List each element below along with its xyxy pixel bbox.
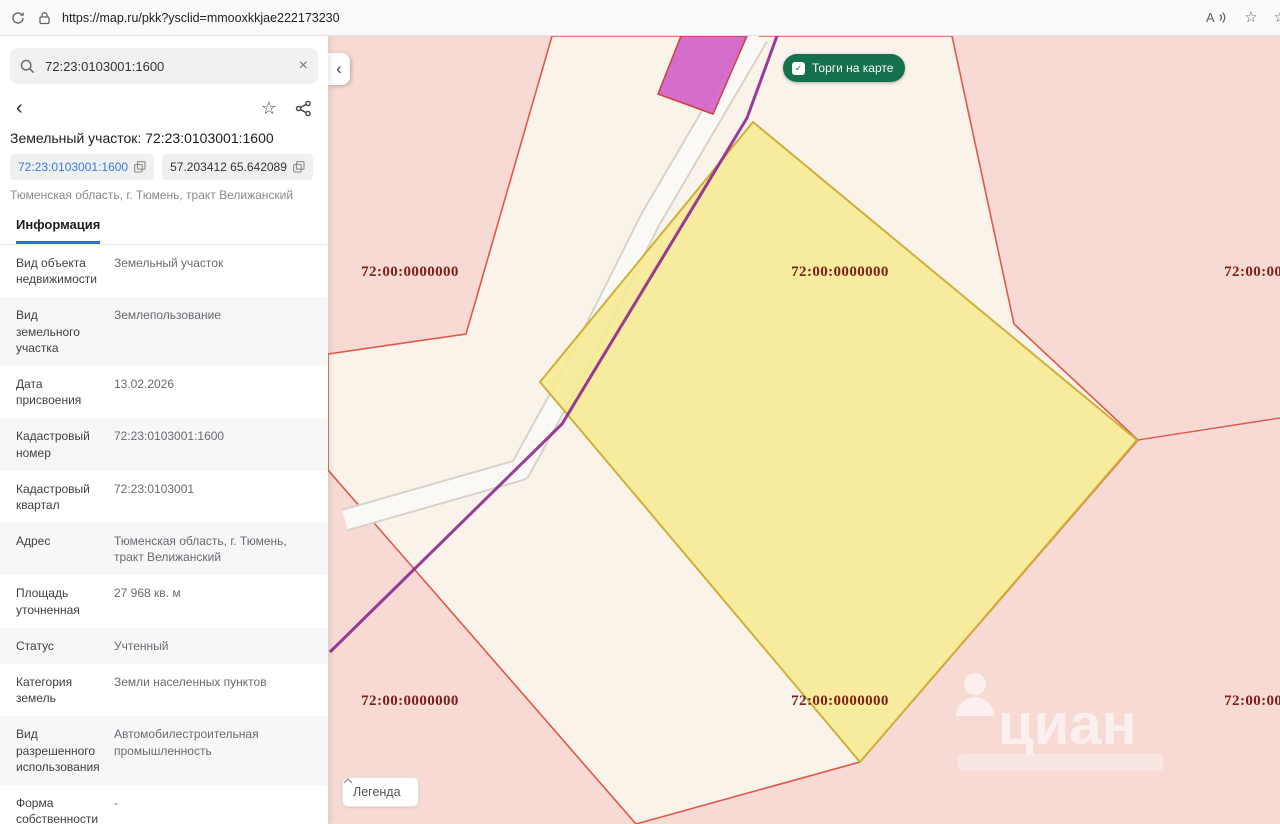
watermark-text: циан <box>998 692 1137 757</box>
row-label: Площадь уточненная <box>16 586 80 617</box>
row-value: Учтенный <box>114 638 169 653</box>
page-title: Земельный участок: 72:23:0103001:1600 <box>10 130 274 146</box>
share-icon[interactable] <box>295 100 312 117</box>
table-row: Кадастровый квартал 72:23:0103001 <box>0 471 328 523</box>
row-label: Кадастровый номер <box>16 429 90 460</box>
search-input[interactable] <box>43 57 291 75</box>
coordinates-chip[interactable]: 57.203412 65.642089 <box>162 154 313 180</box>
row-value: Автомобилестроительная промышленность <box>114 727 259 758</box>
torgi-checkbox[interactable]: ✓ <box>792 61 805 75</box>
favorites-star-icon[interactable]: ☆ <box>1244 10 1257 25</box>
coordinates-value: 57.203412 65.642089 <box>170 160 287 174</box>
row-value: 13.02.2026 <box>114 376 175 391</box>
row-label: Кадастровый квартал <box>16 481 90 512</box>
row-value: 27 968 кв. м <box>114 586 181 601</box>
torgi-button-label: Торги на карте <box>812 61 894 75</box>
watermark-blur-line <box>958 754 1163 771</box>
row-label: Вид земельного участка <box>16 308 80 355</box>
copy-icon[interactable] <box>134 161 146 173</box>
quarter-label: 72:00:0000000 <box>361 264 459 280</box>
row-label: Дата присвоения <box>16 376 82 408</box>
collections-icon[interactable]: ☆ <box>1274 10 1280 25</box>
svg-text:A: A <box>1206 10 1215 25</box>
row-label: Вид объекта недвижимости <box>16 256 97 287</box>
cadastral-number-chip[interactable]: 72:23:0103001:1600 <box>10 154 155 180</box>
legend-button-label: Легенда <box>353 785 401 799</box>
row-label: Статус <box>16 638 54 653</box>
search-box[interactable]: × <box>10 48 318 84</box>
address-bar[interactable]: https://map.ru/pkk?ysclid=mmooxkkjae2221… <box>62 11 340 25</box>
row-label: Адрес <box>16 534 51 549</box>
table-row: Статус Учтенный <box>0 627 328 664</box>
back-button[interactable]: ‹ <box>16 98 23 118</box>
tab-information[interactable]: Информация <box>16 217 101 244</box>
table-row: Форма собственности - <box>0 785 328 824</box>
row-value: 72:23:0103001 <box>114 481 195 496</box>
row-label: Форма собственности <box>16 795 99 824</box>
lock-icon <box>36 10 52 26</box>
copy-icon[interactable] <box>293 161 305 173</box>
clear-search-icon[interactable]: × <box>299 58 308 74</box>
torgi-toggle-button[interactable]: ✓ Торги на карте <box>783 54 906 82</box>
table-row: Вид земельного участка Землепользование <box>0 297 328 366</box>
row-label: Вид разрешенного использования <box>16 727 100 774</box>
bookmark-star-icon[interactable]: ☆ <box>261 99 277 117</box>
quarter-label: 72:00:0000000 <box>1224 264 1280 280</box>
quarter-label: 72:00:0000000 <box>361 693 459 709</box>
row-label: Категория земель <box>16 675 73 706</box>
table-row: Категория земель Земли населенных пункто… <box>0 664 328 716</box>
tab-bar: Информация <box>0 210 328 245</box>
table-row: Дата присвоения 13.02.2026 <box>0 366 328 418</box>
collapse-sidebar-button[interactable]: ‹ <box>328 53 350 85</box>
table-row: Адрес Тюменская область, г. Тюмень, трак… <box>0 523 328 576</box>
refresh-icon[interactable] <box>10 10 26 26</box>
row-value: Землепользование <box>114 308 221 323</box>
table-row: Кадастровый номер 72:23:0103001:1600 <box>0 418 328 471</box>
read-aloud-icon[interactable]: A <box>1206 10 1228 26</box>
sidebar: × ‹ ☆ Земельный участок: 72:23:0103001:1… <box>0 36 328 824</box>
chips-row: 72:23:0103001:1600 57.203412 65.642089 <box>0 152 328 186</box>
watermark-person-icon <box>964 673 986 695</box>
object-address: Тюменская область, г. Тюмень, тракт Вели… <box>10 188 294 202</box>
row-value: 72:23:0103001:1600 <box>114 429 225 444</box>
chevron-left-icon: ‹ <box>336 59 342 78</box>
search-icon <box>20 59 35 74</box>
legend-button[interactable]: Легенда <box>342 777 419 807</box>
info-table: Вид объекта недвижимости Земельный участ… <box>0 245 328 824</box>
quarter-label: 72:00:0000000 <box>791 264 889 280</box>
row-value: Земельный участок <box>114 256 224 270</box>
table-row: Площадь уточненная 27 968 кв. м <box>0 575 328 627</box>
row-value: - <box>114 795 118 810</box>
table-row: Вид объекта недвижимости Земельный участ… <box>0 245 328 297</box>
row-value: Тюменская область, г. Тюмень, тракт Вели… <box>114 534 287 565</box>
quarter-label: 72:00:0000000 <box>791 693 889 709</box>
cadastral-number-link[interactable]: 72:23:0103001:1600 <box>18 160 128 174</box>
browser-toolbar: https://map.ru/pkk?ysclid=mmooxkkjae2221… <box>0 0 1280 36</box>
quarter-label: 72:00:0000000 <box>1224 693 1280 709</box>
result-toolbar: ‹ ☆ <box>0 90 328 122</box>
table-row: Вид разрешенного использования Автомобил… <box>0 716 328 785</box>
row-value: Земли населенных пунктов <box>114 675 267 689</box>
map-canvas[interactable]: 72:00:0000000 72:00:0000000 72:00:000000… <box>328 36 1280 824</box>
